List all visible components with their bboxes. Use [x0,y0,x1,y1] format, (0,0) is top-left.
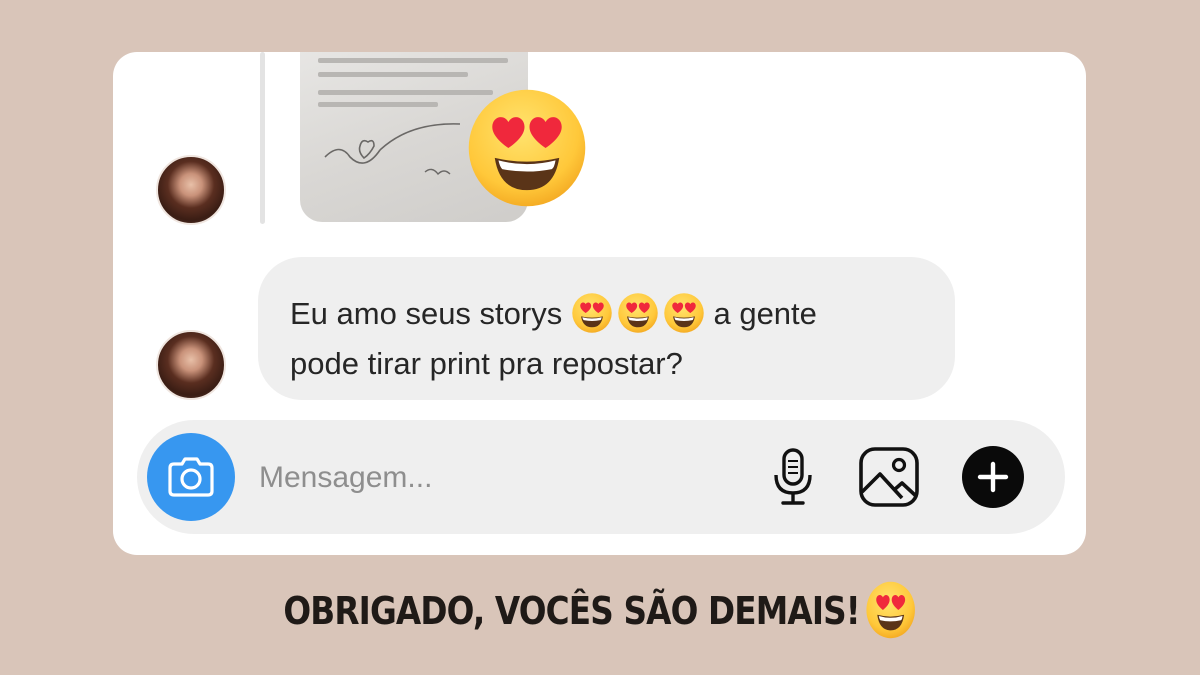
heart-eyes-emoji [571,292,613,334]
avatar[interactable] [156,330,226,400]
camera-button[interactable] [147,433,235,521]
gallery-button[interactable] [857,445,921,509]
message-bubble[interactable]: Eu amo seus storys a gente pode tirar pr… [258,257,955,400]
add-button[interactable] [961,445,1025,509]
heart-eyes-emoji [465,86,589,210]
microphone-button[interactable] [761,445,825,509]
message-text-line2: pode tirar print pra repostar? [290,346,683,381]
plus-icon [962,446,1024,508]
message-composer [137,420,1065,534]
camera-icon [168,457,214,497]
message-text-line1: Eu amo seus storys [290,296,563,331]
heart-doodle [324,123,461,176]
message-text-continuation: a gente [713,296,817,331]
heart-eyes-emoji [617,292,659,334]
heart-eyes-emoji [865,580,917,640]
caption: OBRIGADO, VOCÊS SÃO DEMAIS! [84,580,1116,640]
heart-eyes-emoji [663,292,705,334]
microphone-icon [774,448,812,505]
chat-card: Eu amo seus storys a gente pode tirar pr… [113,52,1086,555]
message-input[interactable] [257,450,731,506]
caption-text: OBRIGADO, VOCÊS SÃO DEMAIS! [283,589,860,633]
gallery-icon [859,447,919,507]
reply-indicator-line [260,52,265,224]
avatar[interactable] [156,155,226,225]
